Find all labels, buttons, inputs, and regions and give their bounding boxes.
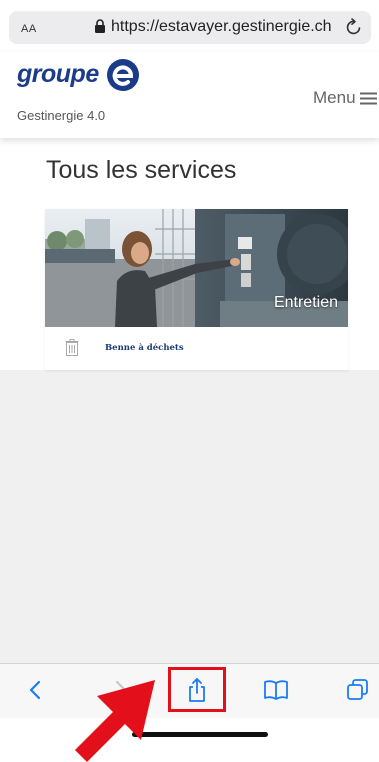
logo-e-icon[interactable] bbox=[106, 58, 140, 92]
page-content: Tous les services Entretien Benne à déch… bbox=[0, 138, 379, 663]
service-label: Benne à déchets bbox=[105, 343, 184, 353]
chevron-left-icon[interactable] bbox=[23, 677, 49, 703]
home-area bbox=[0, 718, 379, 762]
pointer-arrow-icon bbox=[75, 680, 155, 762]
lock-icon bbox=[95, 19, 105, 33]
service-card[interactable]: Entretien Benne à déchets bbox=[45, 209, 348, 370]
menu-label: Menu bbox=[313, 88, 356, 107]
reload-icon[interactable] bbox=[344, 17, 364, 37]
share-icon[interactable] bbox=[184, 677, 210, 703]
browser-toolbar bbox=[0, 663, 379, 718]
url-text[interactable]: https://estavayer.gestinergie.ch bbox=[111, 18, 332, 36]
hamburger-icon bbox=[359, 92, 377, 104]
app-name: Gestinergie 4.0 bbox=[17, 108, 106, 123]
service-item-benne[interactable]: Benne à déchets bbox=[45, 327, 348, 370]
address-bar[interactable]: AA https://estavayer.gestinergie.ch bbox=[9, 11, 371, 44]
service-category-label: Entretien bbox=[273, 294, 338, 311]
browser-address-area: AA https://estavayer.gestinergie.ch bbox=[0, 0, 379, 52]
tabs-icon[interactable] bbox=[345, 677, 371, 703]
text-size-button[interactable]: AA bbox=[21, 19, 37, 36]
page-title: Tous les services bbox=[46, 156, 237, 184]
trash-icon bbox=[65, 339, 79, 356]
site-header: groupe Gestinergie 4.0 Menu bbox=[0, 52, 379, 138]
service-card-image[interactable]: Entretien bbox=[45, 209, 348, 327]
book-icon[interactable] bbox=[263, 677, 289, 703]
menu-button[interactable]: Menu bbox=[313, 88, 377, 108]
logo-text[interactable]: groupe bbox=[17, 60, 99, 89]
